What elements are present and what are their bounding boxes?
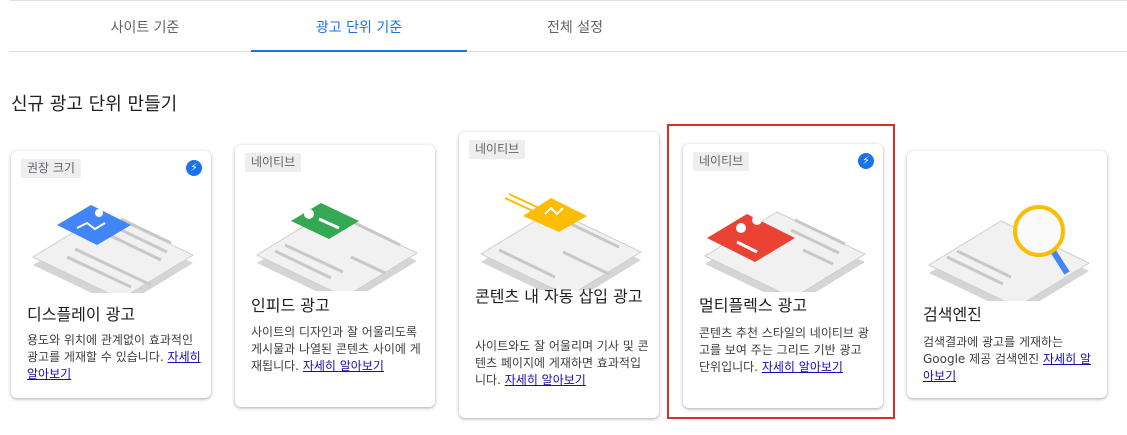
card-title: 콘텐츠 내 자동 삽입 광고 [475, 287, 643, 306]
yellow-inarticle-ad-icon [479, 193, 643, 290]
magnifier-search-icon [927, 205, 1091, 301]
blue-image-ad-icon [31, 205, 195, 293]
card-infeed-ad[interactable]: 네이티브 인피드 광고 사이트의 디자인과 잘 어울리도록 게시물과 나열된 콘… [235, 145, 435, 407]
card-desc: 콘텐츠 추천 스타일의 네이티브 광고를 보여 주는 그리드 기반 광고 단위입… [699, 326, 869, 374]
card-title: 인피드 광고 [251, 296, 330, 315]
card-inarticle-ad[interactable]: 네이티브 콘텐츠 내 자동 삽입 광고 사이트와도 잘 어울리며 기사 및 콘텐… [459, 132, 659, 418]
tab-site[interactable]: 사이트 기준 [65, 1, 225, 52]
tab-global-settings[interactable]: 전체 설정 [495, 1, 655, 52]
badge-native: 네이티브 [469, 140, 526, 159]
card-title: 검색엔진 [923, 305, 982, 324]
card-title: 디스플레이 광고 [27, 305, 136, 324]
learn-more-link[interactable]: 자세히 알아보기 [762, 360, 843, 374]
learn-more-link[interactable]: 자세히 알아보기 [505, 373, 586, 387]
red-multiplex-ad-icon [703, 211, 867, 292]
card-title: 멀티플렉스 광고 [699, 296, 808, 315]
learn-more-link[interactable]: 자세히 알아보기 [303, 359, 384, 373]
tab-ad-unit[interactable]: 광고 단위 기준 [251, 1, 467, 52]
card-desc: 사이트와도 잘 어울리며 기사 및 콘텐츠 페이지에 게재하면 효과적입니다. … [475, 339, 649, 387]
card-display-ad[interactable]: 권장 크기 ⚡ 디스플레이 광고 용도와 위치에 관계없이 효과적인 광고를 게… [11, 151, 211, 398]
lightning-icon: ⚡ [858, 153, 874, 169]
card-desc: 용도와 위치에 관계없이 효과적인 광고를 게재할 수 있습니다. 자세히 알아… [27, 333, 201, 381]
green-infeed-ad-icon [255, 203, 419, 291]
card-search-engine[interactable]: 검색엔진 검색결과에 광고를 게재하는 Google 제공 검색엔진 자세히 알… [907, 151, 1107, 398]
badge-native: 네이티브 [245, 153, 302, 172]
card-multiplex-ad[interactable]: 네이티브 ⚡ 멀티플렉스 광고 콘텐츠 추천 스타일의 네이티브 광고를 보여 … [683, 144, 883, 408]
section-title: 신규 광고 단위 만들기 [11, 94, 178, 115]
card-desc: 검색결과에 광고를 게재하는 Google 제공 검색엔진 자세히 알아보기 [923, 335, 1091, 383]
card-desc: 사이트의 디자인과 잘 어울리도록 게시물과 나열된 콘텐츠 사이에 게재됩니다… [251, 325, 421, 373]
badge-native: 네이티브 [693, 152, 750, 171]
tab-bar: 사이트 기준 광고 단위 기준 전체 설정 [10, 0, 1127, 52]
